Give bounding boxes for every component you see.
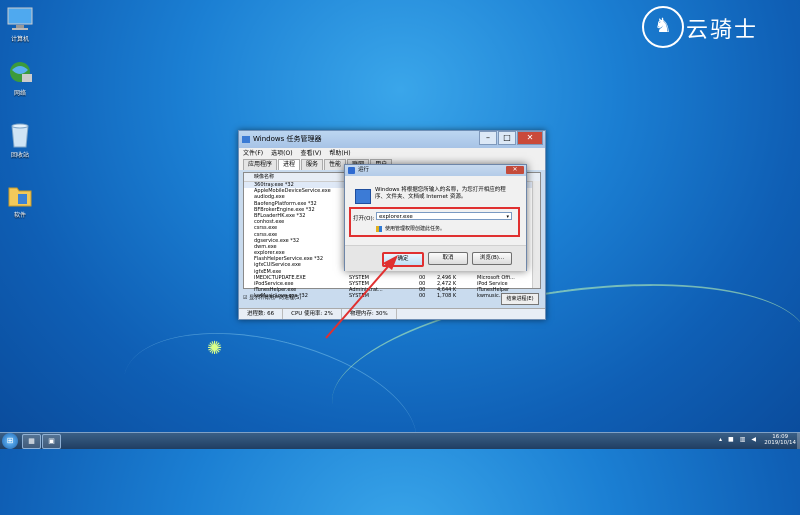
taskbar: ⊞ ▦ ▣ ▴ ■ ▥ ◀ 16:09 2019/10/14 (0, 432, 800, 449)
annotation-arrow (325, 255, 398, 339)
taskbar-app-task-manager[interactable]: ▦ (22, 434, 41, 449)
tray-arrow-icon[interactable]: ▴ (719, 436, 722, 443)
start-button[interactable]: ⊞ (2, 433, 18, 449)
tray-app-icon[interactable]: ■ (728, 436, 734, 443)
taskbar-app-explorer[interactable]: ▣ (42, 434, 61, 449)
system-tray: ▴ ■ ▥ ◀ (719, 436, 756, 443)
network-tray-icon[interactable]: ▥ (740, 436, 746, 443)
clock-date: 2019/10/14 (764, 440, 796, 446)
clock[interactable]: 16:09 2019/10/14 (764, 434, 796, 446)
volume-icon[interactable]: ◀ (751, 436, 756, 443)
